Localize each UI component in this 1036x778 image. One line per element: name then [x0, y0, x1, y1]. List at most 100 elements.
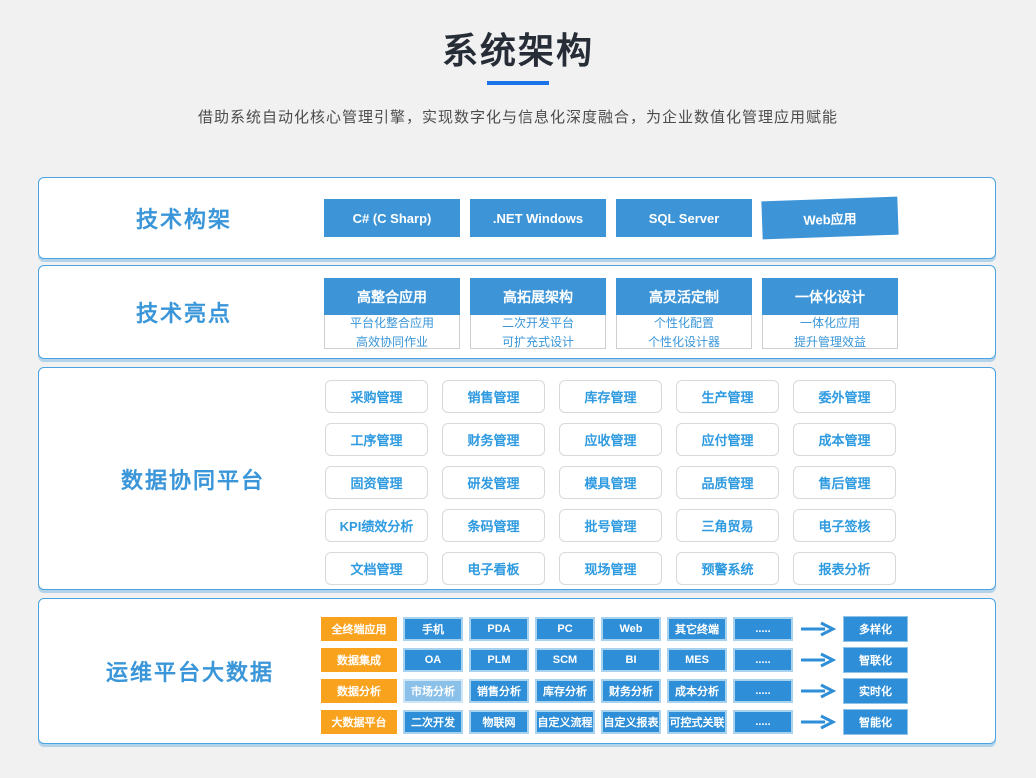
page-subtitle: 借助系统自动化核心管理引擎，实现数字化与信息化深度融合，为企业数值化管理应用赋能: [0, 106, 1036, 127]
highlight-card: 一体化设计 一体化应用 提升管理效益: [762, 278, 898, 349]
module-chip: 财务管理: [442, 423, 545, 456]
section-data-platform: 数据协同平台 采购管理 销售管理 库存管理 生产管理 委外管理 工序管理 财务管…: [38, 367, 996, 590]
tech-chip: C# (C Sharp): [324, 199, 460, 237]
flow-chip: 可控式关联: [667, 710, 727, 734]
highlight-card: 高拓展架构 二次开发平台 可扩充式设计: [470, 278, 606, 349]
highlight-card-body: 二次开发平台 可扩充式设计: [470, 315, 606, 349]
flow-result-chip: 智能化: [843, 709, 908, 735]
section-label-tech-stack: 技术构架: [136, 202, 232, 234]
tech-chip: .NET Windows: [470, 199, 606, 237]
module-grid: 采购管理 销售管理 库存管理 生产管理 委外管理 工序管理 财务管理 应收管理 …: [325, 380, 896, 585]
flow-category-label: 数据集成: [321, 648, 397, 672]
module-chip: 应付管理: [676, 423, 779, 456]
right-arrow-icon: [800, 621, 836, 637]
section-label-data-platform: 数据协同平台: [121, 463, 265, 495]
flow-chip: 销售分析: [469, 679, 529, 703]
highlight-card-body: 个性化配置 个性化设计器: [616, 315, 752, 349]
module-chip: 现场管理: [559, 552, 662, 585]
section-tech-stack: 技术构架 C# (C Sharp) .NET Windows SQL Serve…: [38, 177, 996, 259]
module-chip: 报表分析: [793, 552, 896, 585]
highlight-card-body: 平台化整合应用 高效协同作业: [324, 315, 460, 349]
right-arrow-icon: [800, 652, 836, 668]
flow-chip: 其它终端: [667, 617, 727, 641]
flow-row: 大数据平台 二次开发 物联网 自定义流程 自定义报表 可控式关联 ..... 智…: [321, 709, 908, 735]
flow-chip: OA: [403, 648, 463, 672]
module-chip: 品质管理: [676, 466, 779, 499]
flow-chip: 自定义报表: [601, 710, 661, 734]
flow-chip: PDA: [469, 617, 529, 641]
tech-chip: SQL Server: [616, 199, 752, 237]
flow-result-chip: 实时化: [843, 678, 908, 704]
module-chip: 生产管理: [676, 380, 779, 413]
highlight-line: 一体化应用: [800, 314, 860, 331]
flow-category-label: 大数据平台: [321, 710, 397, 734]
flow-chip: .....: [733, 679, 793, 703]
module-chip: 委外管理: [793, 380, 896, 413]
flow-chip: .....: [733, 617, 793, 641]
module-chip: 电子签核: [793, 509, 896, 542]
flow-result-chip: 智联化: [843, 647, 908, 673]
section-highlights: 技术亮点 高整合应用 平台化整合应用 高效协同作业 高拓展架构 二次开发平台 可…: [38, 265, 996, 359]
module-chip: 三角贸易: [676, 509, 779, 542]
flow-chip: .....: [733, 710, 793, 734]
highlight-card-title: 高整合应用: [324, 278, 460, 315]
flow-result-chip: 多样化: [843, 616, 908, 642]
highlight-line: 高效协同作业: [356, 333, 428, 350]
module-chip: 模具管理: [559, 466, 662, 499]
highlight-card-title: 高拓展架构: [470, 278, 606, 315]
section-label-highlights: 技术亮点: [136, 296, 232, 328]
highlight-line: 个性化配置: [654, 314, 714, 331]
highlight-card: 高灵活定制 个性化配置 个性化设计器: [616, 278, 752, 349]
tech-stack-buttons: C# (C Sharp) .NET Windows SQL Server Web…: [324, 199, 898, 237]
flow-chip: .....: [733, 648, 793, 672]
right-arrow-icon: [800, 683, 836, 699]
flow-chip: 手机: [403, 617, 463, 641]
title-underline: [487, 81, 549, 85]
flow-row: 数据集成 OA PLM SCM BI MES ..... 智联化: [321, 647, 908, 673]
flow-category-label: 全终端应用: [321, 617, 397, 641]
highlight-card-body: 一体化应用 提升管理效益: [762, 315, 898, 349]
flow-row: 数据分析 市场分析 销售分析 库存分析 财务分析 成本分析 ..... 实时化: [321, 678, 908, 704]
flow-category-label: 数据分析: [321, 679, 397, 703]
module-chip: 预警系统: [676, 552, 779, 585]
flow-rows: 全终端应用 手机 PDA PC Web 其它终端 ..... 多样化 数据集成 …: [321, 616, 908, 735]
highlight-line: 二次开发平台: [502, 314, 574, 331]
module-chip: 固资管理: [325, 466, 428, 499]
flow-chip: PC: [535, 617, 595, 641]
module-chip: 文档管理: [325, 552, 428, 585]
highlight-line: 提升管理效益: [794, 333, 866, 350]
flow-chip: PLM: [469, 648, 529, 672]
highlight-line: 平台化整合应用: [350, 314, 434, 331]
section-ops-bigdata: 运维平台大数据 全终端应用 手机 PDA PC Web 其它终端 ..... 多…: [38, 598, 996, 744]
right-arrow-icon: [800, 714, 836, 730]
flow-chip: SCM: [535, 648, 595, 672]
module-chip: 采购管理: [325, 380, 428, 413]
section-label-ops-bigdata: 运维平台大数据: [106, 655, 274, 687]
module-chip: 批号管理: [559, 509, 662, 542]
module-chip: 售后管理: [793, 466, 896, 499]
module-chip: 研发管理: [442, 466, 545, 499]
tech-chip: Web应用: [761, 197, 898, 240]
module-chip: KPI绩效分析: [325, 509, 428, 542]
module-chip: 销售管理: [442, 380, 545, 413]
highlight-cards: 高整合应用 平台化整合应用 高效协同作业 高拓展架构 二次开发平台 可扩充式设计…: [324, 278, 898, 349]
flow-chip: 物联网: [469, 710, 529, 734]
flow-chip: 财务分析: [601, 679, 661, 703]
flow-chip: 市场分析: [403, 679, 463, 703]
flow-chip: 成本分析: [667, 679, 727, 703]
flow-chip: BI: [601, 648, 661, 672]
module-chip: 条码管理: [442, 509, 545, 542]
page-title: 系统架构: [0, 22, 1036, 74]
module-chip: 工序管理: [325, 423, 428, 456]
flow-chip: 二次开发: [403, 710, 463, 734]
highlight-line: 个性化设计器: [648, 333, 720, 350]
highlight-card: 高整合应用 平台化整合应用 高效协同作业: [324, 278, 460, 349]
flow-chip: Web: [601, 617, 661, 641]
highlight-card-title: 一体化设计: [762, 278, 898, 315]
module-chip: 电子看板: [442, 552, 545, 585]
module-chip: 库存管理: [559, 380, 662, 413]
flow-chip: 库存分析: [535, 679, 595, 703]
module-chip: 应收管理: [559, 423, 662, 456]
flow-chip: 自定义流程: [535, 710, 595, 734]
flow-row: 全终端应用 手机 PDA PC Web 其它终端 ..... 多样化: [321, 616, 908, 642]
